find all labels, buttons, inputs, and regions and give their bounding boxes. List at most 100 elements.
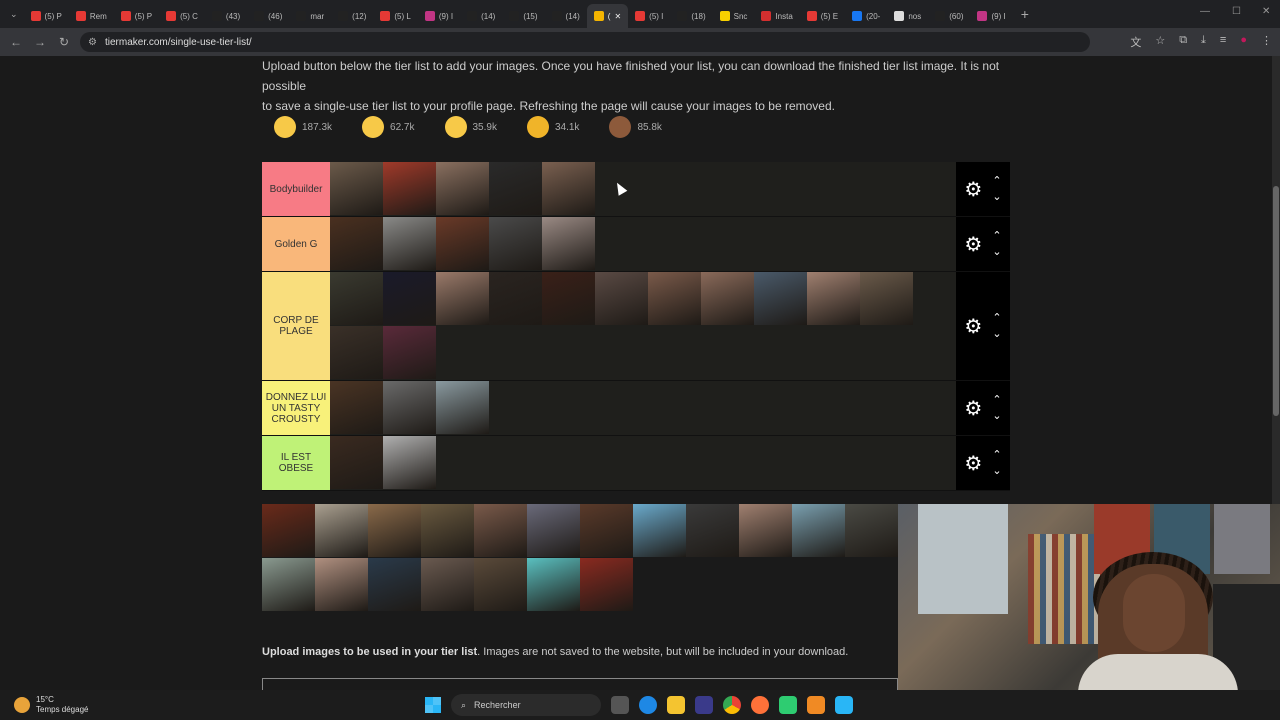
tier-image[interactable]	[383, 436, 436, 489]
browser-tab[interactable]: (15)	[502, 4, 544, 28]
reload-icon[interactable]: ↻	[52, 35, 76, 49]
browser-tab[interactable]: (46)	[247, 4, 289, 28]
browser-tab[interactable]: nos	[887, 4, 928, 28]
close-window-icon[interactable]: ✕	[1262, 6, 1270, 17]
profile-avatar-icon[interactable]: ●	[1240, 34, 1247, 50]
tier-label[interactable]: CORP DE PLAGE	[262, 272, 330, 380]
task-view-icon[interactable]	[611, 696, 629, 714]
pool-image[interactable]	[368, 504, 421, 557]
tier-image[interactable]	[383, 162, 436, 215]
file-explorer-icon[interactable]	[667, 696, 685, 714]
tier-image[interactable]	[489, 272, 542, 325]
app-green-icon[interactable]	[779, 696, 797, 714]
edge-icon[interactable]	[639, 696, 657, 714]
pool-image[interactable]	[580, 558, 633, 611]
chevron-up-icon[interactable]: ⌃	[992, 449, 1001, 461]
chevron-up-icon[interactable]: ⌃	[992, 312, 1001, 324]
browser-tab[interactable]: Insta	[754, 4, 799, 28]
browser-tab[interactable]: (18)	[670, 4, 712, 28]
store-icon[interactable]	[695, 696, 713, 714]
browser-tab[interactable]: (5) P	[114, 4, 159, 28]
close-tab-icon[interactable]: ✕	[614, 12, 621, 21]
browser-tab[interactable]: (5) E	[800, 4, 845, 28]
menu-kebab-icon[interactable]: ⋮	[1261, 34, 1272, 50]
bookmark-star-icon[interactable]: ☆	[1155, 34, 1165, 50]
pool-image[interactable]	[421, 558, 474, 611]
browser-tab[interactable]: (60)	[928, 4, 970, 28]
maximize-icon[interactable]: ☐	[1232, 6, 1241, 17]
tab-list-chevron-icon[interactable]: ⌄	[4, 9, 24, 20]
gear-icon[interactable]: ⚙	[964, 314, 982, 339]
chrome-icon[interactable]	[723, 696, 741, 714]
tier-image[interactable]	[330, 436, 383, 489]
pool-image[interactable]	[474, 504, 527, 557]
browser-tab[interactable]: (43)	[205, 4, 247, 28]
pool-image[interactable]	[474, 558, 527, 611]
tier-image[interactable]	[330, 162, 383, 215]
download-icon[interactable]: ⤓	[1201, 34, 1206, 50]
tier-image[interactable]	[330, 326, 383, 379]
windows-start-icon[interactable]	[425, 697, 441, 713]
tier-image[interactable]	[436, 162, 489, 215]
tier-image[interactable]	[542, 162, 595, 215]
gear-icon[interactable]: ⚙	[964, 451, 982, 476]
scrollbar-thumb[interactable]	[1273, 186, 1279, 416]
forward-icon[interactable]: →	[28, 35, 52, 49]
chevron-up-icon[interactable]: ⌃	[992, 175, 1001, 187]
chevron-down-icon[interactable]: ⌄	[992, 410, 1001, 422]
tier-label[interactable]: Golden G	[262, 217, 330, 271]
tier-label[interactable]: Bodybuilder	[262, 162, 330, 216]
tier-image[interactable]	[648, 272, 701, 325]
pool-image[interactable]	[686, 504, 739, 557]
tier-label[interactable]: IL EST OBESE	[262, 436, 330, 490]
reaction-button[interactable]: 35.9k	[439, 114, 503, 140]
chevron-down-icon[interactable]: ⌄	[992, 328, 1001, 340]
media-icon[interactable]: ≡	[1220, 34, 1226, 50]
pool-image[interactable]	[368, 558, 421, 611]
tier-image[interactable]	[754, 272, 807, 325]
reaction-button[interactable]: 34.1k	[521, 114, 585, 140]
vlc-icon[interactable]	[807, 696, 825, 714]
gear-icon[interactable]: ⚙	[964, 396, 982, 421]
tier-image[interactable]	[489, 162, 542, 215]
chevron-up-icon[interactable]: ⌃	[992, 230, 1001, 242]
tier-image[interactable]	[383, 217, 436, 270]
extensions-icon[interactable]: ⧉	[1179, 34, 1187, 50]
pool-image[interactable]	[739, 504, 792, 557]
pool-image[interactable]	[792, 504, 845, 557]
pool-image[interactable]	[262, 558, 315, 611]
tier-image[interactable]	[330, 381, 383, 434]
app-blue-icon[interactable]	[835, 696, 853, 714]
firefox-icon[interactable]	[751, 696, 769, 714]
tier-image[interactable]	[542, 272, 595, 325]
gear-icon[interactable]: ⚙	[964, 177, 982, 202]
site-info-icon[interactable]: ⚙	[88, 37, 97, 48]
chevron-down-icon[interactable]: ⌄	[992, 191, 1001, 203]
chevron-up-icon[interactable]: ⌃	[992, 394, 1001, 406]
tier-image[interactable]	[542, 217, 595, 270]
tier-image[interactable]	[383, 326, 436, 379]
browser-tab[interactable]: (✕	[586, 4, 629, 28]
pool-image[interactable]	[633, 504, 686, 557]
pool-image[interactable]	[421, 504, 474, 557]
browser-tab[interactable]: (5) L	[373, 4, 417, 28]
tier-image[interactable]	[860, 272, 913, 325]
tier-image[interactable]	[330, 217, 383, 270]
browser-tab[interactable]: (12)	[331, 4, 373, 28]
pool-image[interactable]	[262, 504, 315, 557]
browser-tab[interactable]: (14)	[545, 4, 587, 28]
tier-image[interactable]	[436, 272, 489, 325]
tier-image[interactable]	[436, 217, 489, 270]
tier-image[interactable]	[489, 217, 542, 270]
pool-image[interactable]	[315, 558, 368, 611]
pool-image[interactable]	[315, 504, 368, 557]
reaction-button[interactable]: 187.3k	[268, 114, 338, 140]
chevron-down-icon[interactable]: ⌄	[992, 465, 1001, 477]
tier-label[interactable]: DONNEZ LUI UN TASTY CROUSTY	[262, 381, 330, 435]
browser-tab[interactable]: Rem	[69, 4, 114, 28]
browser-tab[interactable]: (9) I	[418, 4, 460, 28]
pool-image[interactable]	[845, 504, 898, 557]
back-icon[interactable]: ←	[4, 35, 28, 49]
tier-image[interactable]	[383, 381, 436, 434]
pool-image[interactable]	[580, 504, 633, 557]
